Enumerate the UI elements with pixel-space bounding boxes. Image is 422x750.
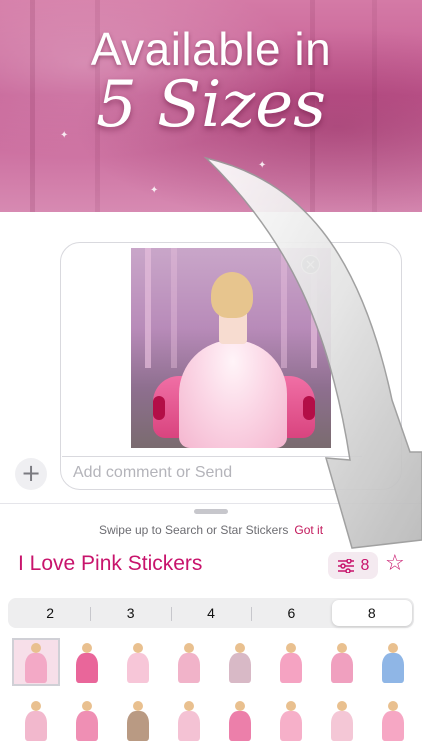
size-segmented-control: 2 3 4 6 8 bbox=[8, 598, 414, 628]
sticker-thumb[interactable] bbox=[12, 638, 60, 686]
preview-tree bbox=[145, 248, 151, 368]
size-option-3[interactable]: 3 bbox=[90, 600, 170, 626]
banner-subheadline: 5 Sizes bbox=[96, 68, 326, 142]
sticker-figure-body bbox=[76, 711, 98, 741]
sticker-figure-head bbox=[184, 701, 194, 711]
size-count: 8 bbox=[360, 556, 370, 574]
sticker-thumb[interactable] bbox=[218, 640, 262, 684]
sticker-thumb[interactable] bbox=[218, 698, 262, 742]
size-selector-button[interactable]: 8 bbox=[328, 552, 378, 579]
swipe-hint-text: Swipe up to Search or Star Stickers bbox=[98, 523, 289, 537]
sticker-figure-body bbox=[331, 711, 353, 741]
sticker-figure-head bbox=[82, 643, 92, 653]
sparkle-icon: ✦ bbox=[150, 185, 159, 196]
sticker-figure-body bbox=[178, 711, 200, 741]
sticker-figure-body bbox=[280, 653, 302, 683]
sticker-thumb[interactable] bbox=[116, 698, 160, 742]
preview-tree bbox=[171, 248, 177, 368]
sticker-grid bbox=[12, 638, 415, 742]
sticker-pack-title: I Love Pink Stickers bbox=[18, 552, 203, 575]
sticker-figure-body bbox=[229, 653, 251, 683]
drawer-grabber[interactable] bbox=[194, 509, 228, 514]
sticker-figure-head bbox=[235, 701, 245, 711]
sticker-figure-head bbox=[31, 701, 41, 711]
sticker-figure-head bbox=[82, 701, 92, 711]
sticker-thumb[interactable] bbox=[167, 640, 211, 684]
sticker-figure-body bbox=[25, 711, 47, 741]
gown-shape bbox=[179, 340, 287, 448]
sticker-thumb[interactable] bbox=[65, 698, 109, 742]
size-option-8[interactable]: 8 bbox=[331, 600, 413, 626]
sticker-figure-body bbox=[331, 653, 353, 683]
favorite-star-button[interactable]: ☆ bbox=[385, 551, 405, 576]
sticker-thumb[interactable] bbox=[65, 640, 109, 684]
close-icon: × bbox=[304, 257, 317, 273]
size-option-6[interactable]: 6 bbox=[251, 600, 331, 626]
got-it-link[interactable]: Got it bbox=[294, 523, 323, 537]
size-option-2[interactable]: 2 bbox=[10, 600, 90, 626]
sticker-figure-head bbox=[337, 643, 347, 653]
sticker-figure-body bbox=[25, 653, 47, 683]
sticker-figure-head bbox=[31, 643, 41, 653]
sticker-figure-head bbox=[286, 643, 296, 653]
sticker-figure-head bbox=[388, 701, 398, 711]
sticker-figure-head bbox=[184, 643, 194, 653]
sticker-figure-head bbox=[337, 701, 347, 711]
preview-tree bbox=[281, 248, 287, 368]
sticker-figure-body bbox=[178, 653, 200, 683]
sticker-thumb[interactable] bbox=[269, 698, 313, 742]
star-outline-icon: ☆ bbox=[385, 551, 405, 576]
panel-divider bbox=[0, 503, 422, 504]
sticker-figure-head bbox=[133, 701, 143, 711]
sticker-figure-head bbox=[286, 701, 296, 711]
sticker-thumb[interactable] bbox=[116, 640, 160, 684]
sticker-figure-head bbox=[235, 643, 245, 653]
car-taillight bbox=[153, 396, 165, 420]
sticker-thumb[interactable] bbox=[269, 640, 313, 684]
add-attachment-button[interactable]: + bbox=[15, 458, 47, 490]
sticker-figure-body bbox=[280, 711, 302, 741]
car-taillight bbox=[303, 396, 315, 420]
sticker-figure-body bbox=[127, 711, 149, 741]
sticker-figure-body bbox=[127, 653, 149, 683]
sticker-thumb[interactable] bbox=[14, 698, 58, 742]
sticker-figure-head bbox=[388, 643, 398, 653]
sticker-figure-body bbox=[382, 711, 404, 741]
swipe-hint: Swipe up to Search or Star Stickers Got i… bbox=[0, 523, 422, 537]
comment-input[interactable] bbox=[62, 456, 362, 488]
sticker-thumb[interactable] bbox=[371, 640, 415, 684]
sticker-preview-image bbox=[131, 248, 331, 448]
sticker-figure-body bbox=[229, 711, 251, 741]
sticker-figure-body bbox=[382, 653, 404, 683]
sticker-thumb[interactable] bbox=[167, 698, 211, 742]
promo-banner: ✦ ✦ ✦ Available in 5 Sizes bbox=[0, 0, 422, 212]
plus-icon: + bbox=[20, 459, 42, 487]
sliders-icon bbox=[337, 558, 354, 573]
sticker-figure-head bbox=[133, 643, 143, 653]
figure-hair bbox=[211, 272, 253, 318]
sticker-thumb[interactable] bbox=[371, 698, 415, 742]
sticker-thumb[interactable] bbox=[320, 640, 364, 684]
size-option-4[interactable]: 4 bbox=[170, 600, 251, 626]
sticker-thumb[interactable] bbox=[320, 698, 364, 742]
sparkle-icon: ✦ bbox=[258, 160, 267, 171]
remove-sticker-button[interactable]: × bbox=[301, 255, 320, 274]
sticker-figure-body bbox=[76, 653, 98, 683]
